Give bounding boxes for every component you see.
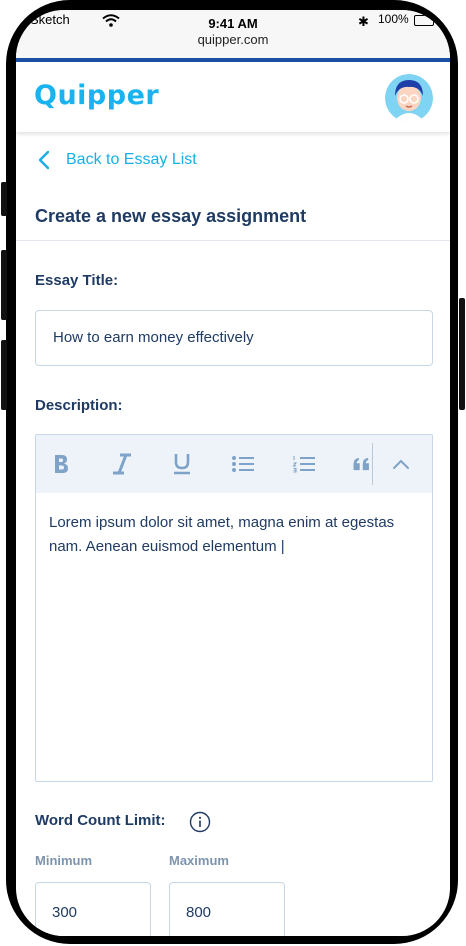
chevron-up-icon[interactable]: [388, 451, 414, 477]
bullet-list-icon[interactable]: [230, 451, 256, 477]
underline-icon[interactable]: [169, 451, 195, 477]
maximum-label: Maximum: [169, 853, 229, 868]
phone-device: Sketch 9:41 AM quipper.com ✱ 100% Quippe…: [0, 0, 466, 946]
battery-percent: 100%: [378, 12, 409, 26]
status-bar: Sketch 9:41 AM quipper.com ✱ 100%: [16, 10, 450, 62]
volume-up-button: [1, 250, 7, 320]
minimum-input[interactable]: 300: [35, 882, 151, 936]
description-text[interactable]: Lorem ipsum dolor sit amet, magna enim a…: [49, 511, 419, 559]
minimum-label: Minimum: [35, 853, 93, 868]
description-label: Description:: [35, 397, 123, 414]
screen: Sketch 9:41 AM quipper.com ✱ 100% Quippe…: [16, 10, 450, 936]
word-count-limit-label: Word Count Limit:: [35, 812, 166, 829]
battery-icon: [414, 15, 434, 26]
italic-icon[interactable]: [109, 451, 135, 477]
bluetooth-icon: ✱: [358, 14, 369, 29]
essay-title-label: Essay Title:: [35, 272, 119, 289]
page-title: Create a new essay assignment: [35, 206, 307, 226]
back-link-label: Back to Essay List: [66, 151, 197, 168]
chevron-left-icon: [38, 150, 50, 170]
divider: [16, 240, 450, 241]
quote-icon[interactable]: [352, 451, 372, 477]
numbered-list-icon[interactable]: [291, 451, 317, 477]
volume-down-button: [1, 340, 7, 410]
quipper-logo[interactable]: Quipper: [34, 80, 159, 111]
power-button: [459, 298, 465, 410]
url-label[interactable]: quipper.com: [16, 32, 450, 47]
app-header: Quipper: [16, 62, 450, 132]
description-editor[interactable]: Lorem ipsum dolor sit amet, magna enim a…: [35, 434, 433, 782]
toolbar-separator: [372, 443, 373, 485]
user-avatar[interactable]: [385, 74, 433, 122]
mute-switch: [1, 182, 7, 216]
editor-toolbar: [36, 435, 432, 493]
essay-title-input[interactable]: How to earn money effectively: [35, 310, 433, 366]
bold-icon[interactable]: [48, 451, 74, 477]
back-to-essay-list-link[interactable]: Back to Essay List: [38, 150, 197, 170]
info-icon[interactable]: [189, 811, 211, 833]
maximum-input[interactable]: 800: [169, 882, 285, 936]
